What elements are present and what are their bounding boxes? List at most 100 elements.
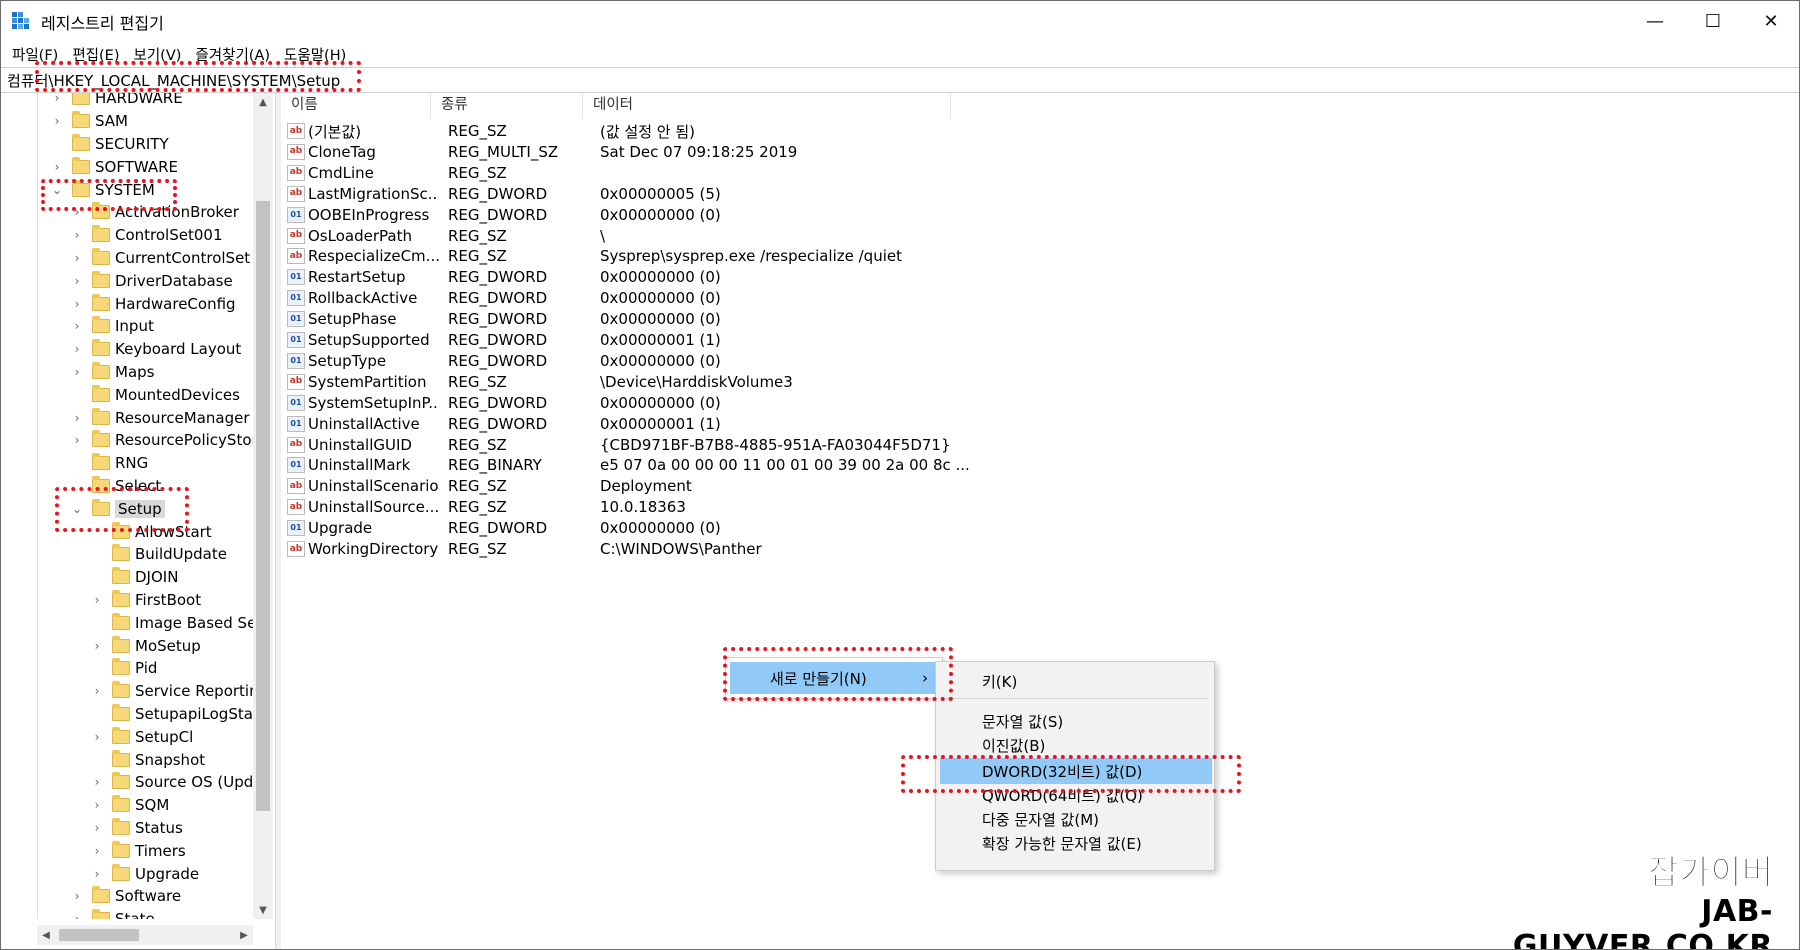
tree-item-label: SECURITY: [95, 134, 169, 153]
chevron-right-icon[interactable]: ›: [90, 639, 104, 653]
folder-icon: [112, 726, 130, 744]
scroll-down-arrow-icon[interactable]: ▼: [253, 901, 273, 919]
string-value-icon: ab: [287, 227, 305, 244]
value-name: UninstallMark: [308, 456, 411, 475]
chevron-right-icon[interactable]: ›: [70, 365, 84, 379]
tree-item[interactable]: DJOIN: [90, 566, 178, 589]
chevron-right-icon[interactable]: ›: [70, 228, 84, 242]
column-name-header[interactable]: 이름: [281, 93, 431, 119]
tree-item[interactable]: › HARDWARE: [50, 93, 183, 110]
folder-icon: [112, 795, 130, 813]
tree-item[interactable]: › Software: [70, 885, 181, 908]
chevron-right-icon[interactable]: ›: [70, 342, 84, 356]
tree-item[interactable]: Pid: [90, 657, 157, 680]
tree-item-label: Maps: [115, 362, 155, 381]
window-title: 레지스트리 편집기: [41, 14, 164, 33]
chevron-right-icon[interactable]: ›: [70, 297, 84, 311]
chevron-right-icon[interactable]: ›: [90, 844, 104, 858]
registry-editor-icon: [12, 12, 29, 29]
chevron-right-icon[interactable]: ›: [90, 821, 104, 835]
scroll-up-arrow-icon[interactable]: ▲: [253, 93, 273, 111]
column-data-header[interactable]: 데이터: [583, 93, 951, 119]
chevron-right-icon[interactable]: ›: [70, 274, 84, 288]
value-name: RespecializeCm...: [308, 247, 439, 266]
binary-value-icon: 01: [287, 352, 305, 369]
maximize-button[interactable]: ☐: [1684, 1, 1742, 41]
value-type: REG_SZ: [448, 247, 507, 266]
tree-hscroll-thumb[interactable]: [59, 929, 139, 941]
tree-item[interactable]: BuildUpdate: [90, 543, 227, 566]
value-row[interactable]: ab WorkingDirectory REG_SZ C:\WINDOWS\Panth…: [287, 537, 762, 561]
tree-item[interactable]: RNG: [70, 452, 148, 475]
value-name: SetupType: [308, 351, 387, 370]
tree-horizontal-scrollbar[interactable]: ◀ ▶: [37, 925, 253, 945]
chevron-right-icon[interactable]: ›: [70, 889, 84, 903]
submenu-item[interactable]: 문자열 값(S): [940, 708, 1212, 734]
chevron-right-icon[interactable]: ›: [50, 114, 64, 128]
tree-item[interactable]: › Maps: [70, 361, 154, 384]
chevron-right-icon[interactable]: ›: [70, 912, 84, 919]
tree-item[interactable]: Image Based Setu: [90, 611, 272, 634]
tree-vertical-scrollbar[interactable]: ▲ ▼: [253, 93, 273, 919]
tree-item[interactable]: › CurrentControlSet: [70, 247, 250, 270]
chevron-right-icon[interactable]: ›: [90, 775, 104, 789]
tree-item[interactable]: › Status: [90, 817, 183, 840]
submenu-item[interactable]: 다중 문자열 값(M): [940, 806, 1212, 832]
tree-item[interactable]: › MoSetup: [90, 634, 201, 657]
tree-item[interactable]: › Service Reporting: [90, 680, 268, 703]
value-name: WorkingDirectory: [308, 540, 439, 558]
folder-icon: [112, 658, 130, 676]
tree-item[interactable]: › Source OS (Upda: [90, 771, 262, 794]
tree-item[interactable]: › ResourceManager: [70, 406, 250, 429]
tree-item[interactable]: › SQM: [90, 794, 169, 817]
tree-item[interactable]: › Keyboard Layout: [70, 338, 241, 361]
chevron-right-icon[interactable]: ›: [90, 798, 104, 812]
tree-scroll-thumb[interactable]: [256, 201, 270, 811]
registry-editor-window: 레지스트리 편집기 — ☐ ✕ 파일(F) 편집(E) 보기(V) 즐겨찾기(A…: [0, 0, 1800, 950]
tree-item[interactable]: SetupapiLogStatu: [90, 703, 268, 726]
chevron-right-icon[interactable]: ›: [70, 251, 84, 265]
folder-icon: [92, 909, 110, 919]
chevron-right-icon[interactable]: ›: [70, 411, 84, 425]
tree-item[interactable]: › FirstBoot: [90, 589, 201, 612]
tree-item[interactable]: › ResourcePolicyStore: [70, 429, 267, 452]
chevron-right-icon[interactable]: ›: [70, 433, 84, 447]
chevron-right-icon[interactable]: ›: [90, 684, 104, 698]
tree-item[interactable]: › ControlSet001: [70, 224, 222, 247]
tree-item-label: Status: [135, 818, 183, 837]
chevron-right-icon[interactable]: ›: [50, 160, 64, 174]
chevron-right-icon[interactable]: ›: [90, 730, 104, 744]
tree-item[interactable]: › State: [70, 908, 155, 919]
submenu-item[interactable]: 키(K): [940, 668, 1212, 694]
value-type: REG_DWORD: [448, 393, 548, 412]
value-name: RestartSetup: [308, 268, 406, 287]
tree-item[interactable]: › HardwareConfig: [70, 292, 236, 315]
tree-item[interactable]: › Input: [70, 315, 154, 338]
annotation-setup: [55, 487, 189, 532]
tree-item[interactable]: Snapshot: [90, 748, 205, 771]
value-data: C:\WINDOWS\Panther: [600, 540, 762, 558]
tree-item[interactable]: › SetupCl: [90, 725, 193, 748]
annotation-system: [41, 179, 177, 211]
folder-icon: [92, 384, 110, 402]
tree-item[interactable]: › Timers: [90, 839, 186, 862]
minimize-button[interactable]: —: [1626, 1, 1684, 41]
value-type: REG_DWORD: [448, 205, 548, 224]
tree-item[interactable]: SECURITY: [50, 133, 169, 156]
scroll-left-arrow-icon[interactable]: ◀: [37, 925, 55, 945]
chevron-right-icon[interactable]: ›: [50, 93, 64, 105]
chevron-right-icon[interactable]: ›: [90, 867, 104, 881]
folder-icon: [92, 407, 110, 425]
close-button[interactable]: ✕: [1742, 1, 1799, 41]
tree-item[interactable]: › SOFTWARE: [50, 155, 178, 178]
tree-item[interactable]: › Upgrade: [90, 862, 199, 885]
folder-icon: [112, 612, 130, 630]
tree-item[interactable]: › DriverDatabase: [70, 269, 233, 292]
tree-item[interactable]: MountedDevices: [70, 383, 240, 406]
column-type-header[interactable]: 종류: [431, 93, 583, 119]
tree-item[interactable]: › SAM: [50, 110, 128, 133]
scroll-right-arrow-icon[interactable]: ▶: [235, 925, 253, 945]
chevron-right-icon[interactable]: ›: [90, 593, 104, 607]
submenu-item[interactable]: 확장 가능한 문자열 값(E): [940, 830, 1212, 856]
chevron-right-icon[interactable]: ›: [70, 319, 84, 333]
